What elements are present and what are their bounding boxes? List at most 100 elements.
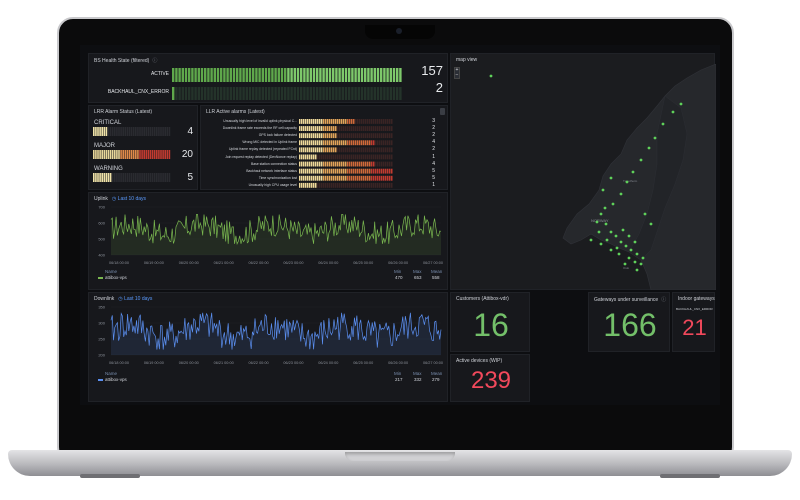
bar-segment [387,133,389,139]
bar-segment [325,168,327,174]
gateway-marker[interactable] [604,222,608,226]
bar-segment [290,87,293,100]
bar-segment [363,140,365,146]
gateway-marker[interactable] [611,202,615,206]
bar-segment [301,133,303,139]
x-tick-label: 06/18 00:00 [109,361,129,365]
gateway-marker[interactable] [639,262,643,266]
gateway-marker[interactable] [609,176,613,180]
gateway-marker[interactable] [617,252,621,256]
gateway-marker[interactable] [679,102,683,106]
gateway-marker[interactable] [614,234,618,238]
bar-segment [207,87,210,100]
bar-segment [383,147,385,153]
gateway-marker[interactable] [601,188,605,192]
bar-segment [319,68,322,82]
bar-segment [307,175,309,181]
bar-segment [147,127,150,136]
gateway-marker[interactable] [671,110,675,114]
gateway-marker[interactable] [624,244,628,248]
gateway-marker[interactable] [619,192,623,196]
panel-menu-icon[interactable] [440,108,445,115]
gateway-marker[interactable] [643,212,647,216]
x-tick-label: 06/21 00:00 [214,261,234,265]
info-icon[interactable]: ⓘ [661,297,666,303]
bar-segment [333,126,335,131]
bar-segment [329,168,331,174]
gateway-marker[interactable] [641,256,645,260]
customers-title: Customers (Attibox-vdr) [456,296,509,302]
bar-segment [145,150,148,159]
bar-segment [375,161,377,167]
bar-segment [369,154,371,160]
bar-segment [396,87,399,100]
bar-segment [371,175,373,181]
legend-series-mean: 279 [432,377,440,382]
gateway-marker[interactable] [599,212,603,216]
gateway-marker[interactable] [589,238,593,242]
bar-segment [343,175,345,181]
gateways-panel: Gateways under surveillance ⓘ 166 [588,292,670,352]
bar-segment [204,68,207,82]
gateway-marker[interactable] [627,234,631,238]
gateway-marker[interactable] [603,206,607,210]
gateway-marker[interactable] [605,238,609,242]
gateway-marker[interactable] [629,248,633,252]
gateway-marker[interactable] [647,146,651,150]
gateway-marker[interactable] [623,262,627,266]
gateway-marker[interactable] [633,260,637,264]
info-icon[interactable]: ⓘ [152,58,157,64]
bar-segment [351,140,353,146]
bar-segment [343,126,345,131]
bar-segment [379,147,381,153]
bar-segment [351,182,353,188]
gateway-marker[interactable] [609,248,613,252]
bar-segment [383,168,385,174]
map-label-norway: NORWAY [591,218,609,223]
gateway-marker[interactable] [599,242,603,246]
downlink-range[interactable]: Last 10 days [124,296,152,302]
bar-segment [309,68,312,82]
gateway-marker[interactable] [597,230,601,234]
gateway-marker[interactable] [653,136,657,140]
bar-segment [355,119,357,124]
gateway-marker[interactable] [595,220,599,224]
bar-segment [392,68,396,82]
bar-segment [248,68,252,82]
bar-segment [355,182,357,188]
bar-segment [351,87,354,100]
bar-segment [172,87,175,100]
gateway-marker[interactable] [609,230,613,234]
gateway-marker[interactable] [489,74,493,78]
gateway-marker[interactable] [639,158,643,162]
map-canvas[interactable]: NORWAY Trondheim Oslo [451,64,716,290]
bar-segment [322,68,325,82]
bar-segment [114,150,116,159]
bar-segment [347,133,349,139]
bar-segment [319,182,321,188]
y-tick-label: 300 [98,321,105,326]
bar-segment [365,175,367,181]
gateway-marker[interactable] [621,228,625,232]
bar-segment [345,119,347,124]
bar-segment [305,168,307,174]
gateway-marker[interactable] [649,222,653,226]
bar-segment [311,133,313,139]
gateway-marker[interactable] [633,240,637,244]
bar-segment [381,168,383,174]
gateway-marker[interactable] [619,240,623,244]
legend-header-max: Max [413,371,422,376]
bar-segment [373,119,375,124]
uplink-range[interactable]: Last 10 days [118,196,146,202]
gateway-marker[interactable] [631,170,635,174]
gateway-marker[interactable] [625,180,629,184]
bar-segment [156,127,158,136]
gateway-marker[interactable] [661,122,665,126]
gateway-marker[interactable] [615,246,619,250]
bar-segment [335,182,337,188]
gateway-marker[interactable] [627,256,631,260]
map-panel[interactable]: map view + − NORWAY Trondheim Oslo [450,53,716,290]
bar-segment [188,68,191,82]
gateway-marker[interactable] [635,252,639,256]
gateway-marker[interactable] [635,268,639,272]
